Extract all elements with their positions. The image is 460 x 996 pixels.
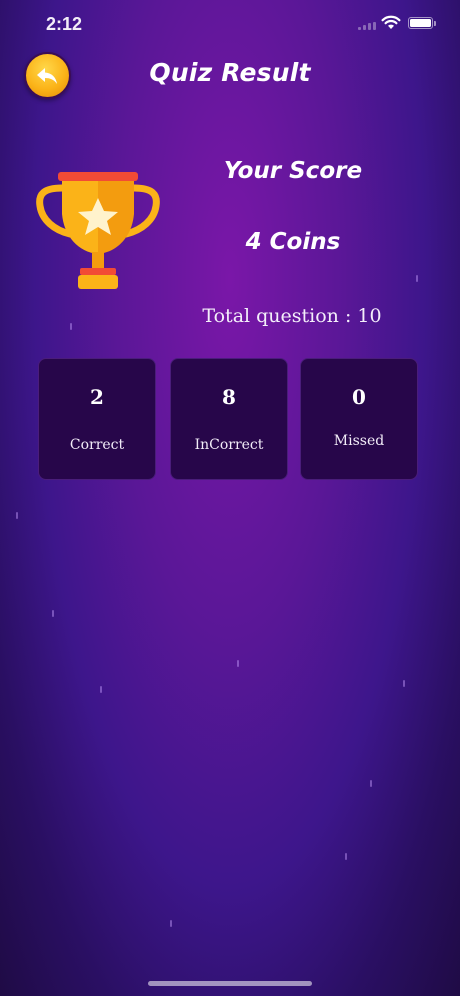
sparkle-decoration [170, 920, 172, 927]
coins-value: 4 Coins [245, 229, 341, 255]
missed-card: 0 Missed [300, 358, 418, 480]
page-title: Quiz Result [149, 58, 311, 87]
incorrect-label: InCorrect [194, 437, 264, 453]
score-label: Your Score [223, 158, 363, 184]
incorrect-card: 8 InCorrect [170, 358, 288, 480]
battery-icon [408, 17, 436, 29]
home-indicator[interactable] [148, 981, 312, 986]
sparkle-decoration [370, 780, 372, 787]
correct-label: Correct [69, 437, 125, 453]
status-bar: 2:12 [0, 0, 460, 50]
sparkle-decoration [403, 680, 405, 687]
sparkle-decoration [70, 323, 72, 330]
wifi-icon [381, 15, 401, 29]
status-time: 2:12 [46, 14, 83, 34]
signal-icon [358, 22, 376, 30]
incorrect-count: 8 [222, 385, 236, 409]
sparkle-decoration [345, 853, 347, 860]
sparkle-decoration [237, 660, 239, 667]
missed-count: 0 [352, 385, 366, 409]
sparkle-decoration [16, 512, 18, 519]
sparkle-decoration [416, 275, 418, 282]
sparkle-decoration [52, 610, 54, 617]
trophy-icon [36, 172, 160, 289]
correct-count: 2 [90, 385, 104, 409]
missed-label: Missed [333, 433, 385, 449]
sparkle-decoration [100, 686, 102, 693]
total-question-label: Total question : 10 [202, 305, 382, 327]
correct-card: 2 Correct [38, 358, 156, 480]
